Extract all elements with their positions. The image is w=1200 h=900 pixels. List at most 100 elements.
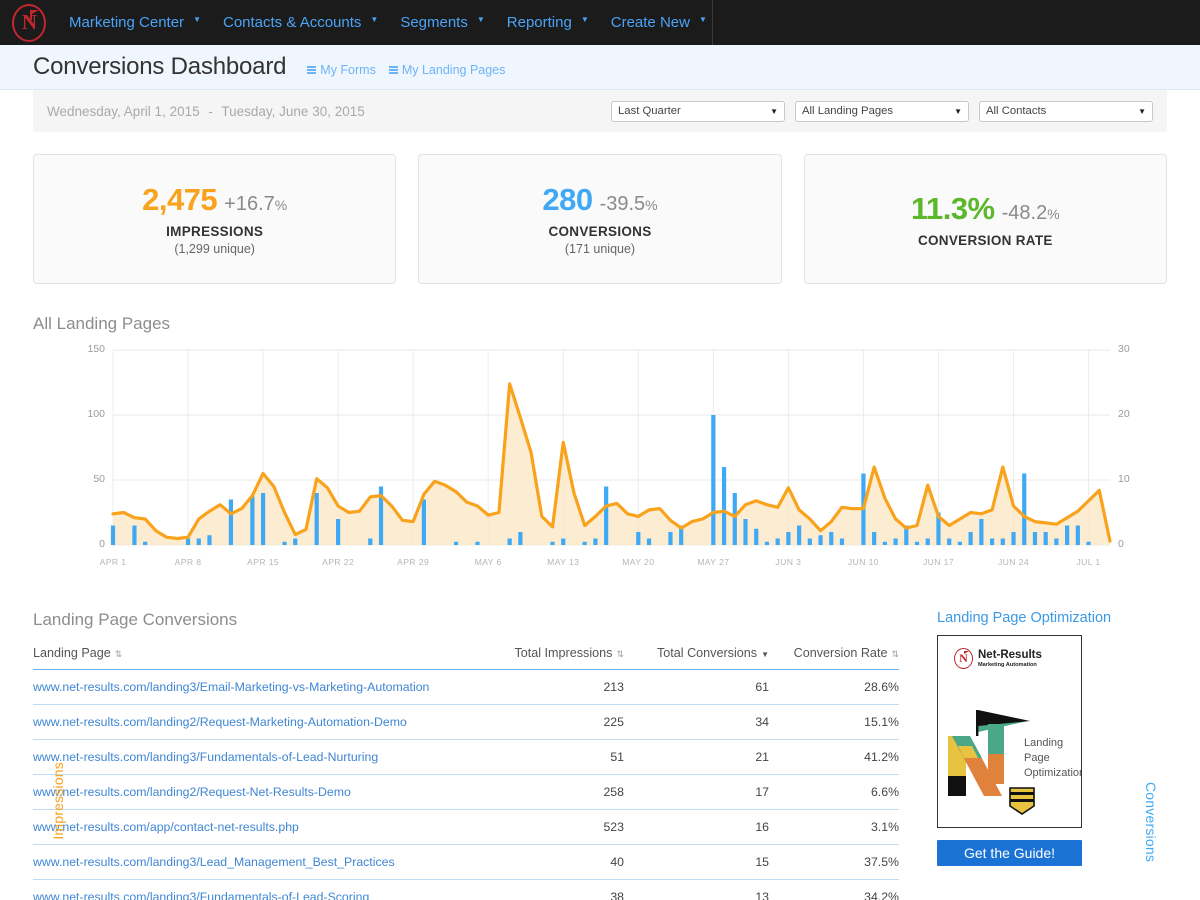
table-body: www.net-results.com/landing3/Email-Marke… <box>33 669 899 900</box>
lower-section: Landing Page Conversions Landing Page ⇅ T… <box>0 610 1200 900</box>
cell-conversion-rate: 28.6% <box>769 669 899 705</box>
promo-cover-line-2: Page <box>1024 751 1050 764</box>
chart-y-tick: 0 <box>99 538 105 550</box>
chevron-down-icon: ▼ <box>370 15 379 24</box>
landing-page-link[interactable]: www.net-results.com/landing2/Request-Net… <box>33 785 351 799</box>
cell-conversion-rate: 41.2% <box>769 739 899 775</box>
date-range-display: Wednesday, April 1, 2015 - Tuesday, June… <box>47 104 365 119</box>
chart-x-tick: MAY 27 <box>697 557 730 567</box>
cell-total-conversions: 17 <box>624 774 769 810</box>
period-select[interactable]: Last Quarter ▼ <box>611 100 785 122</box>
landing-page-link[interactable]: www.net-results.com/landing3/Lead_Manage… <box>33 855 395 869</box>
promo-cover-text: Landing Page Optimization <box>1024 736 1082 781</box>
chevron-down-icon: ▼ <box>476 15 485 24</box>
nav-label: Contacts & Accounts <box>222 14 362 31</box>
cell-total-impressions: 225 <box>474 704 624 740</box>
cell-conversion-rate: 34.2% <box>769 879 899 900</box>
nav-item-create-new[interactable]: Create New ▼ <box>600 0 718 45</box>
table-row: www.net-results.com/landing3/Fundamental… <box>33 879 899 900</box>
cell-landing-page: www.net-results.com/landing3/Email-Marke… <box>33 669 474 705</box>
landing-page-link[interactable]: www.net-results.com/landing3/Fundamental… <box>33 750 378 764</box>
link-my-landing-pages[interactable]: My Landing Pages <box>388 63 506 77</box>
chart-canvas <box>110 349 1112 546</box>
nav-label: Segments <box>400 14 468 31</box>
nav-item-segments[interactable]: Segments ▼ <box>389 0 495 45</box>
kpi-delta: +16.7% <box>224 193 287 216</box>
chart-x-tick: JUN 17 <box>922 557 954 567</box>
kpi-value: 280 <box>542 182 593 217</box>
landing-page-link[interactable]: www.net-results.com/app/contact-net-resu… <box>33 820 299 834</box>
header-links: My Forms My Landing Pages <box>307 57 505 77</box>
promo-title[interactable]: Landing Page Optimization <box>937 610 1142 626</box>
top-navigation-bar: N Marketing Center ▼ Contacts & Accounts… <box>0 0 1200 45</box>
net-results-logo-icon: N <box>12 3 46 42</box>
promo-panel: Landing Page Optimization N Net-Results … <box>937 610 1142 900</box>
column-label: Total Conversions <box>656 646 758 660</box>
chart-y2-tick: 30 <box>1118 343 1130 355</box>
landing-page-conversions-panel: Landing Page Conversions Landing Page ⇅ T… <box>33 610 899 900</box>
table-row: www.net-results.com/landing3/Email-Marke… <box>33 669 899 705</box>
link-my-forms[interactable]: My Forms <box>307 63 376 77</box>
link-label: My Forms <box>320 63 376 77</box>
kpi-delta-unit: % <box>1047 205 1060 222</box>
cell-total-conversions: 34 <box>624 704 769 740</box>
chart-x-tick: MAY 13 <box>547 557 580 567</box>
chevron-down-icon: ▼ <box>698 15 707 24</box>
nav-divider <box>712 0 713 45</box>
cell-total-impressions: 51 <box>474 739 624 775</box>
kpi-value-row: 11.3% -48.2% <box>911 191 1060 227</box>
nav-item-contacts-accounts[interactable]: Contacts & Accounts ▼ <box>212 0 389 45</box>
promo-brand-name: Net-Results <box>978 649 1042 662</box>
page-title: Conversions Dashboard <box>33 53 287 80</box>
landing-page-link[interactable]: www.net-results.com/landing3/Email-Marke… <box>33 680 429 694</box>
cell-total-conversions: 21 <box>624 739 769 775</box>
landing-pages-select-value: All Landing Pages <box>802 105 894 117</box>
kpi-card-conversions: 280 -39.5% CONVERSIONS (171 unique) <box>418 154 782 284</box>
column-header-total-conversions[interactable]: Total Conversions ▼ <box>624 640 769 670</box>
contacts-select[interactable]: All Contacts ▼ <box>979 100 1153 122</box>
sort-icon: ⇅ <box>891 649 899 659</box>
logo-letter-n: N <box>959 651 968 665</box>
kpi-value-row: 280 -39.5% <box>542 182 657 218</box>
nav-item-marketing-center[interactable]: Marketing Center ▼ <box>58 0 212 45</box>
conversions-chart: Impressions Conversions 0 50 100 150 0 10 20 30… <box>0 342 1200 862</box>
chevron-down-icon: ▼ <box>954 106 962 116</box>
nav-items: Marketing Center ▼ Contacts & Accounts ▼… <box>58 0 718 45</box>
column-header-landing-page[interactable]: Landing Page ⇅ <box>33 640 474 670</box>
link-label: My Landing Pages <box>401 63 506 77</box>
nav-item-reporting[interactable]: Reporting ▼ <box>496 0 600 45</box>
promo-cover-image: N Net-Results Marketing Automation Landi… <box>937 635 1082 828</box>
promo-brand-text: Net-Results Marketing Automation <box>978 649 1042 667</box>
filter-selects: Last Quarter ▼ All Landing Pages ▼ All C… <box>611 100 1153 122</box>
chevron-down-icon: ▼ <box>580 15 589 24</box>
promo-cover-line-3: Optimization <box>1024 766 1082 779</box>
cell-landing-page: www.net-results.com/landing2/Request-Mar… <box>33 704 474 740</box>
column-header-conversion-rate[interactable]: Conversion Rate ⇅ <box>769 640 899 670</box>
kpi-delta-value: +16.7 <box>224 193 275 215</box>
chart-y2-axis-label-conversions: Conversions <box>1143 782 1159 863</box>
net-results-logo-icon: N <box>954 648 973 669</box>
chart-x-tick: APR 8 <box>174 557 202 567</box>
cell-landing-page: www.net-results.com/landing3/Fundamental… <box>33 739 474 775</box>
chart-x-tick: APR 29 <box>397 557 430 567</box>
landing-page-link[interactable]: www.net-results.com/landing3/Fundamental… <box>33 890 369 900</box>
get-the-guide-button[interactable]: Get the Guide! <box>937 840 1082 866</box>
column-header-total-impressions[interactable]: Total Impressions ⇅ <box>474 640 624 670</box>
chart-y2-tick: 0 <box>1118 538 1124 550</box>
cell-total-impressions: 523 <box>474 809 624 845</box>
landing-pages-select[interactable]: All Landing Pages ▼ <box>795 100 969 122</box>
cell-landing-page: www.net-results.com/app/contact-net-resu… <box>33 809 474 845</box>
landing-page-link[interactable]: www.net-results.com/landing2/Request-Mar… <box>33 715 407 729</box>
chart-y-axis-label-impressions: Impressions <box>50 762 66 840</box>
cell-conversion-rate: 37.5% <box>769 844 899 880</box>
date-range-start: Wednesday, April 1, 2015 <box>47 103 200 119</box>
kpi-label: CONVERSION RATE <box>917 232 1053 248</box>
artwork-shield-stripe <box>1010 799 1034 802</box>
app-logo[interactable]: N <box>0 3 58 42</box>
chart-x-tick: JUN 24 <box>997 557 1030 567</box>
kpi-card-conversion-rate: 11.3% -48.2% CONVERSION RATE <box>803 154 1167 284</box>
chart-x-tick: MAY 20 <box>622 557 655 567</box>
table-row: www.net-results.com/landing2/Request-Net… <box>33 774 899 810</box>
sort-icon: ⇅ <box>616 649 624 659</box>
kpi-value-row: 2,475 +16.7% <box>142 182 287 218</box>
